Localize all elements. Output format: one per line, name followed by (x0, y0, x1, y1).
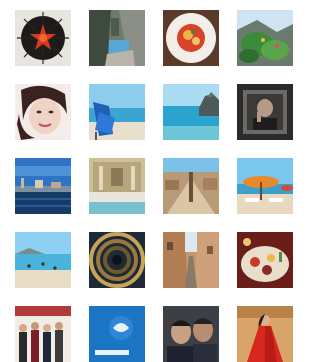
photo-thumbnail[interactable] (15, 10, 71, 66)
coastal-cliff-image (89, 10, 145, 66)
photo-thumbnail[interactable] (237, 306, 293, 362)
beach-umbrellas-image (237, 158, 293, 214)
photo-thumbnail[interactable] (237, 10, 293, 66)
city-street-image (163, 232, 219, 288)
sea-rock-island-image (163, 84, 219, 140)
photo-thumbnail[interactable] (237, 158, 293, 214)
venice-waterfront-image (15, 158, 71, 214)
photo-thumbnail[interactable] (15, 306, 71, 362)
photo-thumbnail[interactable] (163, 232, 219, 288)
photo-thumbnail[interactable] (237, 232, 293, 288)
photo-thumbnail[interactable] (89, 158, 145, 214)
photo-thumbnail[interactable] (15, 84, 71, 140)
two-men-selfie-image (163, 306, 219, 362)
photo-thumbnail[interactable] (237, 84, 293, 140)
blue-banner-image (89, 306, 145, 362)
photo-thumbnail[interactable] (89, 306, 145, 362)
beach-chair-image (89, 84, 145, 140)
dinner-table-image (237, 232, 293, 288)
framed-portrait-image (237, 84, 293, 140)
photo-thumbnail[interactable] (89, 84, 145, 140)
pasta-plate-image (163, 10, 219, 66)
red-dress-image (237, 306, 293, 362)
spiral-staircase-image (89, 232, 145, 288)
photo-grid (0, 0, 293, 362)
photo-thumbnail[interactable] (163, 10, 219, 66)
photo-thumbnail[interactable] (163, 84, 219, 140)
photo-thumbnail[interactable] (89, 10, 145, 66)
photo-thumbnail[interactable] (163, 306, 219, 362)
photo-thumbnail[interactable] (15, 232, 71, 288)
photo-thumbnail[interactable] (163, 158, 219, 214)
piazza-aerial-image (163, 158, 219, 214)
woman-portrait-image (15, 84, 71, 140)
group-photo-image (15, 306, 71, 362)
sea-urchin-image (15, 10, 71, 66)
baroque-fountain-image (89, 158, 145, 214)
bay-swimmers-image (15, 232, 71, 288)
green-shrub-image (237, 10, 293, 66)
photo-thumbnail[interactable] (89, 232, 145, 288)
photo-thumbnail[interactable] (15, 158, 71, 214)
